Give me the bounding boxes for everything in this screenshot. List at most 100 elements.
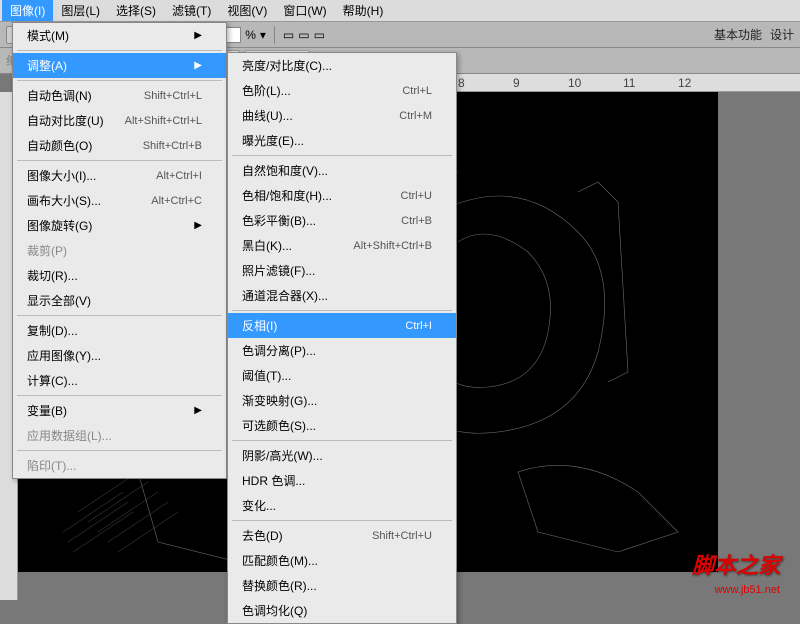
- menu-filter[interactable]: 滤镜(T): [164, 0, 219, 21]
- submenu-arrow-icon: ▶: [194, 60, 202, 71]
- watermark-url: www.jb51.net: [715, 584, 780, 596]
- menu-separator: [232, 440, 452, 441]
- adjust-menu-item[interactable]: 曝光度(E)...: [228, 128, 456, 153]
- menubar: 图像(I) 图层(L) 选择(S) 滤镜(T) 视图(V) 窗口(W) 帮助(H…: [0, 0, 800, 22]
- menu-separator: [17, 315, 222, 316]
- adjust-menu-item[interactable]: 色调均化(Q): [228, 598, 456, 623]
- image-menu-item[interactable]: 自动颜色(O) Shift+Ctrl+B: [13, 133, 226, 158]
- submenu-arrow-icon: ▶: [194, 30, 202, 41]
- menu-item-label: 曝光度(E)...: [242, 132, 304, 149]
- adjust-menu-item[interactable]: 变化...: [228, 493, 456, 518]
- menu-layer[interactable]: 图层(L): [53, 0, 108, 21]
- menu-item-label: 复制(D)...: [27, 322, 78, 339]
- menu-item-label: 陷印(T)...: [27, 457, 76, 474]
- watermark-brand: 脚本之家: [692, 548, 780, 580]
- adjust-menu-item[interactable]: 色彩平衡(B)...Ctrl+B: [228, 208, 456, 233]
- menu-item-label: 应用数据组(L)...: [27, 427, 112, 444]
- doc-icon[interactable]: ▭: [283, 28, 294, 42]
- image-menu-item[interactable]: 计算(C)...: [13, 368, 226, 393]
- workspace-design[interactable]: 设计: [770, 26, 794, 43]
- image-menu-item[interactable]: 模式(M) ▶: [13, 23, 226, 48]
- image-menu-item[interactable]: 应用图像(Y)...: [13, 343, 226, 368]
- chevron-down-icon[interactable]: ▾: [260, 28, 266, 42]
- image-menu-item[interactable]: 调整(A) ▶: [13, 53, 226, 78]
- menu-item-label: 自动色调(N): [27, 87, 92, 104]
- image-menu-item: 应用数据组(L)...: [13, 423, 226, 448]
- menu-image[interactable]: 图像(I): [2, 0, 53, 21]
- menu-shortcut: Shift+Ctrl+B: [143, 140, 202, 152]
- menu-item-label: 自动颜色(O): [27, 137, 92, 154]
- adjust-menu-item[interactable]: 匹配颜色(M)...: [228, 548, 456, 573]
- adjust-menu-item[interactable]: 渐变映射(G)...: [228, 388, 456, 413]
- image-menu-item: 陷印(T)...: [13, 453, 226, 478]
- menu-item-label: 照片滤镜(F)...: [242, 262, 315, 279]
- adjust-menu-item[interactable]: 通道混合器(X)...: [228, 283, 456, 308]
- workspace-essentials[interactable]: 基本功能: [714, 26, 762, 43]
- menu-item-label: 模式(M): [27, 27, 69, 44]
- menu-shortcut: Alt+Shift+Ctrl+B: [353, 240, 432, 252]
- menu-item-label: 应用图像(Y)...: [27, 347, 101, 364]
- adjust-menu-item[interactable]: 可选颜色(S)...: [228, 413, 456, 438]
- doc-icon[interactable]: ▭: [314, 28, 325, 42]
- menu-select[interactable]: 选择(S): [108, 0, 164, 21]
- menu-window[interactable]: 窗口(W): [275, 0, 334, 21]
- image-menu-item: 裁剪(P): [13, 238, 226, 263]
- menu-shortcut: Alt+Ctrl+I: [156, 170, 202, 182]
- adjust-menu-item[interactable]: 自然饱和度(V)...: [228, 158, 456, 183]
- adjust-menu-item[interactable]: 阴影/高光(W)...: [228, 443, 456, 468]
- image-menu-item[interactable]: 裁切(R)...: [13, 263, 226, 288]
- image-menu-item[interactable]: 自动对比度(U)Alt+Shift+Ctrl+L: [13, 108, 226, 133]
- adjust-menu-item[interactable]: HDR 色调...: [228, 468, 456, 493]
- menu-item-label: 变化...: [242, 497, 276, 514]
- menu-separator: [17, 50, 222, 51]
- adjust-menu-item[interactable]: 照片滤镜(F)...: [228, 258, 456, 283]
- ruler-mark: 12: [678, 76, 691, 90]
- doc-icon[interactable]: ▭: [298, 28, 309, 42]
- menu-item-label: 色阶(L)...: [242, 82, 291, 99]
- image-menu-item[interactable]: 显示全部(V): [13, 288, 226, 313]
- menu-item-label: 色彩平衡(B)...: [242, 212, 316, 229]
- adjust-menu-item[interactable]: 色阶(L)... Ctrl+L: [228, 78, 456, 103]
- menu-item-label: 亮度/对比度(C)...: [242, 57, 332, 74]
- submenu-arrow-icon: ▶: [194, 220, 202, 231]
- image-menu-item[interactable]: 图像大小(I)...Alt+Ctrl+I: [13, 163, 226, 188]
- menu-separator: [17, 395, 222, 396]
- zoom-percent-label: %: [245, 28, 256, 42]
- adjust-menu-item[interactable]: 去色(D)Shift+Ctrl+U: [228, 523, 456, 548]
- menu-item-label: 可选颜色(S)...: [242, 417, 316, 434]
- menu-item-label: 调整(A): [27, 57, 67, 74]
- menu-item-label: 阈值(T)...: [242, 367, 291, 384]
- adjust-menu-item[interactable]: 反相(I)Ctrl+I: [228, 313, 456, 338]
- menu-item-label: 计算(C)...: [27, 372, 78, 389]
- image-menu-item[interactable]: 自动色调(N) Shift+Ctrl+L: [13, 83, 226, 108]
- menu-shortcut: Ctrl+L: [402, 85, 432, 97]
- menu-item-label: 显示全部(V): [27, 292, 91, 309]
- menu-shortcut: Shift+Ctrl+L: [144, 90, 202, 102]
- menu-help[interactable]: 帮助(H): [335, 0, 392, 21]
- adjust-menu-item[interactable]: 曲线(U)... Ctrl+M: [228, 103, 456, 128]
- adjust-menu-item[interactable]: 亮度/对比度(C)...: [228, 53, 456, 78]
- menu-item-label: 匹配颜色(M)...: [242, 552, 318, 569]
- adjust-menu-item[interactable]: 替换颜色(R)...: [228, 573, 456, 598]
- ruler-mark: 10: [568, 76, 581, 90]
- menu-item-label: 黑白(K)...: [242, 237, 292, 254]
- image-menu-item[interactable]: 画布大小(S)...Alt+Ctrl+C: [13, 188, 226, 213]
- menu-view[interactable]: 视图(V): [219, 0, 275, 21]
- adjust-submenu: 亮度/对比度(C)... 色阶(L)... Ctrl+L 曲线(U)... Ctrl+M…: [227, 52, 457, 624]
- image-menu-item[interactable]: 变量(B)▶: [13, 398, 226, 423]
- adjust-menu-item[interactable]: 色相/饱和度(H)...Ctrl+U: [228, 183, 456, 208]
- menu-item-label: HDR 色调...: [242, 472, 305, 489]
- adjust-menu-item[interactable]: 色调分离(P)...: [228, 338, 456, 363]
- adjust-menu-item[interactable]: 黑白(K)... Alt+Shift+Ctrl+B: [228, 233, 456, 258]
- menu-item-label: 通道混合器(X)...: [242, 287, 328, 304]
- menu-item-label: 去色(D): [242, 527, 283, 544]
- menu-item-label: 曲线(U)...: [242, 107, 293, 124]
- image-menu-item[interactable]: 图像旋转(G)▶: [13, 213, 226, 238]
- submenu-arrow-icon: ▶: [194, 405, 202, 416]
- adjust-menu-item[interactable]: 阈值(T)...: [228, 363, 456, 388]
- menu-item-label: 自然饱和度(V)...: [242, 162, 328, 179]
- menu-item-label: 自动对比度(U): [27, 112, 104, 129]
- menu-item-label: 画布大小(S)...: [27, 192, 101, 209]
- image-menu-item[interactable]: 复制(D)...: [13, 318, 226, 343]
- menu-shortcut: Ctrl+M: [399, 110, 432, 122]
